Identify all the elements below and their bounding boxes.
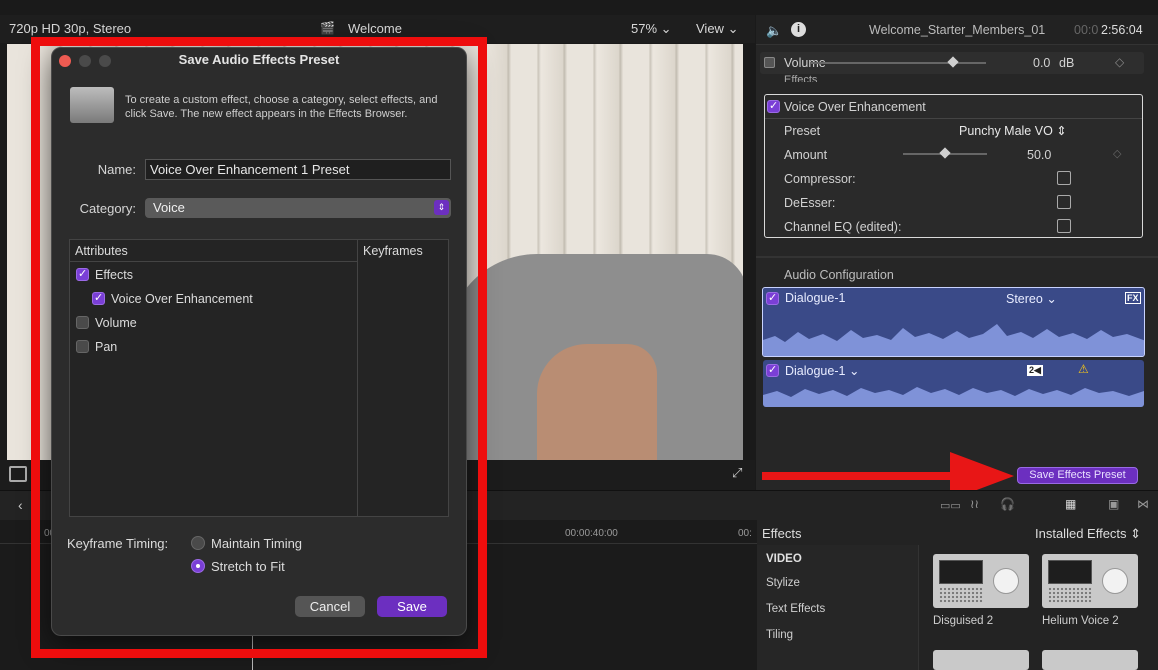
- volume-row: Volume 0.0 dB ◇: [760, 52, 1144, 74]
- tattooed-arm: [537, 344, 657, 460]
- monitor-icon: [939, 560, 983, 584]
- knob-icon: [1102, 568, 1128, 594]
- generators-icon[interactable]: ⋈: [1137, 497, 1149, 511]
- compressor-settings-icon[interactable]: [1057, 171, 1071, 185]
- timecode-prefix: 00:0: [1074, 23, 1099, 37]
- fullscreen-icon[interactable]: ⤢: [732, 465, 742, 481]
- clip-name: Welcome_Starter_Members_01: [869, 23, 1046, 37]
- zoom-menu[interactable]: 57% ⌄: [631, 21, 672, 37]
- clip1-checkbox[interactable]: [766, 291, 779, 305]
- clip-appearance-icon[interactable]: ▭▭: [940, 499, 961, 512]
- category-header-video: VIDEO: [766, 553, 802, 565]
- monitor-icon: [1048, 560, 1092, 584]
- clip1-name: Dialogue-1: [785, 291, 846, 305]
- effect-thumbnail-disguised[interactable]: [933, 554, 1029, 608]
- effect-thumbnail-partial[interactable]: [933, 650, 1029, 670]
- ruler-time: 00:00:40:00: [565, 528, 618, 539]
- ruler-time: 00:: [738, 528, 752, 539]
- waveform: [763, 324, 1144, 356]
- effects-browser-title: Effects: [762, 526, 802, 541]
- volume-checkbox[interactable]: [764, 57, 775, 68]
- inspector-header: 🔈 i Welcome_Starter_Members_01 00:0 2:56…: [756, 15, 1158, 45]
- category-item[interactable]: Tiling: [766, 629, 793, 641]
- arrow-annotation-shaft: [762, 472, 958, 480]
- panel-divider[interactable]: [756, 256, 1158, 258]
- channel-eq-label: Channel EQ (edited):: [784, 220, 902, 234]
- clip2-name-dropdown[interactable]: Dialogue-1 ⌄: [785, 363, 859, 378]
- clip1-mode-dropdown[interactable]: Stereo ⌄: [1006, 291, 1057, 306]
- waveform: [763, 387, 1144, 407]
- voice-over-enhancement-panel: [764, 94, 1143, 238]
- format-label: 720p HD 30p, Stereo: [9, 21, 132, 36]
- installed-effects-dropdown[interactable]: Installed Effects ⇕: [1035, 526, 1141, 542]
- audio-waveform-icon[interactable]: ≀≀: [970, 497, 979, 511]
- save-effects-preset-button[interactable]: Save Effects Preset: [1017, 467, 1138, 484]
- channel-eq-settings-icon[interactable]: [1057, 219, 1071, 233]
- clip2-checkbox[interactable]: [766, 363, 779, 377]
- preset-dropdown[interactable]: Punchy Male VO ⇕: [959, 123, 1067, 138]
- volume-slider-knob[interactable]: [947, 56, 959, 68]
- volume-slider[interactable]: [810, 62, 986, 64]
- effects-browser-icon[interactable]: ▦: [1065, 497, 1076, 511]
- installed-effects-label: Installed Effects: [1035, 526, 1127, 541]
- deesser-settings-icon[interactable]: [1057, 195, 1071, 209]
- knob-icon: [993, 568, 1019, 594]
- effect-label: Helium Voice 2: [1042, 615, 1119, 627]
- divider: [765, 118, 1142, 119]
- voe-checkbox[interactable]: [767, 99, 780, 113]
- view-menu-label: View: [696, 21, 724, 36]
- speaker-icon[interactable]: 🔈: [766, 23, 782, 39]
- effects-header: Effects: [784, 74, 818, 82]
- effect-label: Disguised 2: [933, 615, 994, 627]
- timecode: 2:56:04: [1101, 23, 1143, 37]
- category-item[interactable]: Text Effects: [766, 603, 825, 615]
- clapper-icon: 🎬: [320, 21, 335, 35]
- highlight-annotation-frame: [31, 37, 487, 658]
- effect-thumbnail-helium[interactable]: [1042, 554, 1138, 608]
- back-icon[interactable]: ‹: [18, 497, 23, 513]
- preset-value: Punchy Male VO: [959, 124, 1053, 138]
- viewer-title: Welcome: [348, 21, 402, 36]
- info-icon[interactable]: i: [791, 22, 806, 37]
- preset-label: Preset: [784, 124, 821, 138]
- effect-thumbnail-partial[interactable]: [1042, 650, 1138, 670]
- keyframe-icon[interactable]: ◇: [1113, 147, 1121, 160]
- fx-badge: FX: [1125, 292, 1141, 304]
- zoom-value: 57%: [631, 21, 658, 36]
- channel-badge: 2◀: [1027, 365, 1043, 376]
- deesser-label: DeEsser:: [784, 196, 836, 210]
- audio-config-label: Audio Configuration: [784, 268, 894, 282]
- category-item[interactable]: Stylize: [766, 577, 800, 589]
- transform-icon[interactable]: [9, 466, 27, 482]
- voe-title: Voice Over Enhancement: [784, 100, 926, 114]
- speaker-grille-icon: [939, 587, 983, 603]
- compressor-label: Compressor:: [784, 172, 856, 186]
- amount-label: Amount: [784, 148, 828, 162]
- keyframe-icon[interactable]: ◇: [1115, 55, 1124, 69]
- clip1-mode-value: Stereo: [1006, 292, 1043, 306]
- amount-value[interactable]: 50.0: [1027, 148, 1051, 162]
- volume-unit: dB: [1059, 56, 1075, 70]
- speaker-grille-icon: [1048, 587, 1092, 603]
- audio-inspector: [756, 15, 1158, 490]
- view-menu[interactable]: View ⌄: [696, 21, 738, 37]
- clip2-name: Dialogue-1: [785, 364, 846, 378]
- volume-value[interactable]: 0.0: [1033, 56, 1050, 70]
- headphones-icon[interactable]: 🎧: [1000, 497, 1015, 511]
- warning-icon: ⚠: [1078, 362, 1089, 376]
- transitions-icon[interactable]: ▣: [1108, 497, 1119, 511]
